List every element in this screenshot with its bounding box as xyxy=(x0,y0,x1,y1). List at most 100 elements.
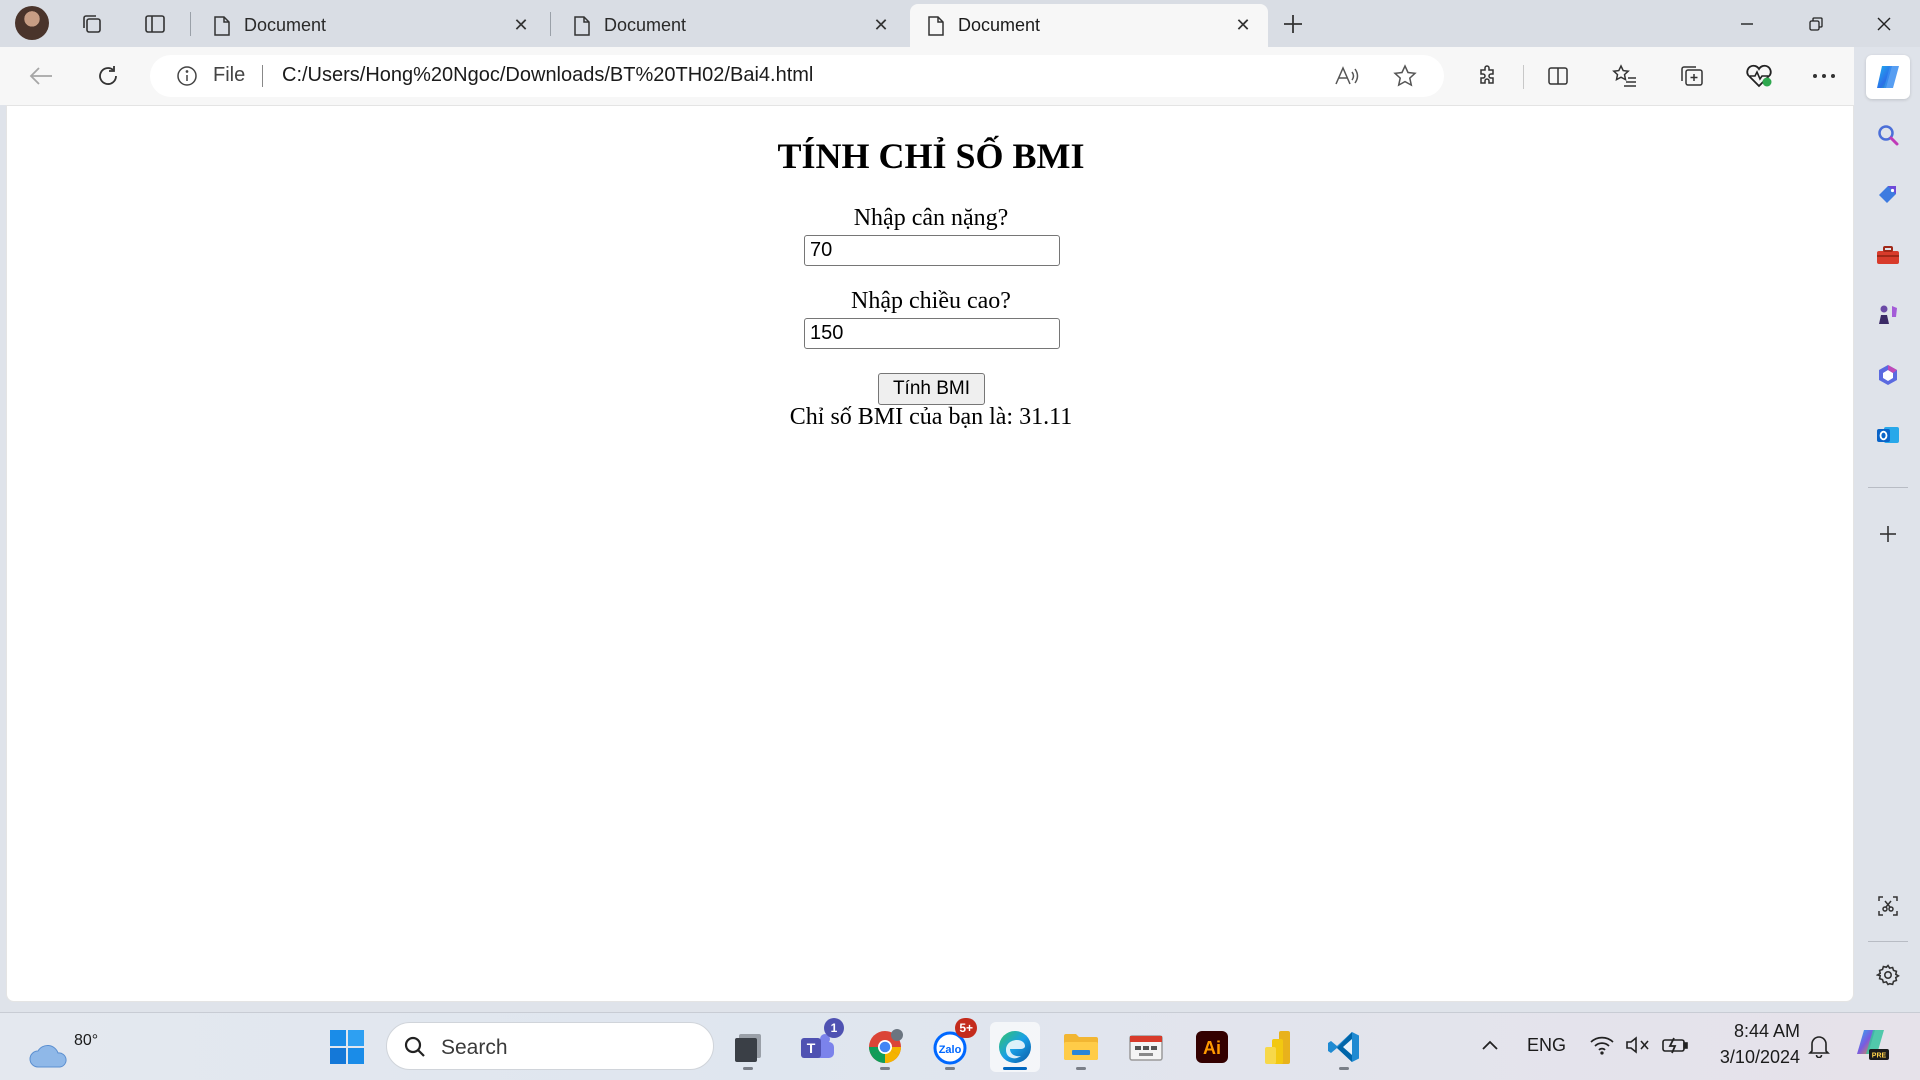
close-tab-icon[interactable]: ✕ xyxy=(870,15,892,37)
settings-more-button[interactable] xyxy=(1804,57,1844,95)
height-input[interactable] xyxy=(804,318,1060,349)
refresh-button[interactable] xyxy=(88,57,128,95)
split-screen-button[interactable] xyxy=(1538,57,1578,95)
tab-document-2[interactable]: Document ✕ xyxy=(556,4,906,47)
power-bi-icon xyxy=(1265,1031,1290,1064)
back-button[interactable] xyxy=(21,57,61,95)
taskbar-app-utility[interactable] xyxy=(1121,1022,1171,1072)
favorites-button[interactable] xyxy=(1605,57,1645,95)
page-viewport: TÍNH CHỈ SỐ BMI Nhập cân nặng? Nhập chiề… xyxy=(6,105,1854,1002)
browser-essentials-button[interactable] xyxy=(1739,57,1779,95)
sidebar-settings-button[interactable] xyxy=(1868,955,1908,995)
new-tab-button[interactable] xyxy=(1274,6,1312,42)
taskbar-app-illustrator[interactable]: Ai xyxy=(1187,1022,1237,1072)
collections-button[interactable] xyxy=(1672,57,1712,95)
sidebar-search-button[interactable] xyxy=(1868,115,1908,155)
star-icon xyxy=(1393,64,1417,87)
restore-icon xyxy=(1809,16,1823,31)
restore-button[interactable] xyxy=(1784,0,1848,47)
height-label: Nhập chiều cao? xyxy=(851,288,1011,314)
tab-strip: Document ✕ Document ✕ Document ✕ xyxy=(0,0,1920,47)
read-aloud-button[interactable] xyxy=(1332,62,1362,90)
minimize-icon xyxy=(1741,22,1753,25)
file-explorer-icon xyxy=(1064,1034,1098,1060)
sidebar-add-button[interactable] xyxy=(1868,514,1908,554)
sidebar-tools-button[interactable] xyxy=(1868,235,1908,275)
tab-document-1[interactable]: Document ✕ xyxy=(196,4,546,47)
refresh-icon xyxy=(99,66,117,85)
file-stack-icon xyxy=(735,1034,761,1062)
taskbar-app-power-bi[interactable] xyxy=(1253,1022,1303,1072)
svg-text:Zalo: Zalo xyxy=(939,1044,962,1056)
address-bar[interactable]: File C:/Users/Hong%20Ngoc/Downloads/BT%2… xyxy=(150,55,1444,97)
search-icon xyxy=(404,1036,425,1057)
sidebar-games-button[interactable] xyxy=(1868,295,1908,335)
weather-widget[interactable]: 80° xyxy=(26,1023,98,1073)
close-window-button[interactable] xyxy=(1852,0,1916,47)
running-indicator xyxy=(743,1067,753,1070)
extensions-button[interactable] xyxy=(1468,57,1508,95)
vertical-tabs-button[interactable] xyxy=(136,6,174,42)
show-hidden-icons-button[interactable] xyxy=(1478,1033,1502,1057)
profile-avatar[interactable] xyxy=(15,6,49,40)
workspaces-button[interactable] xyxy=(73,6,111,42)
site-info-label[interactable]: File xyxy=(213,64,245,87)
tab-divider xyxy=(190,12,191,36)
read-aloud-icon xyxy=(1335,66,1359,85)
url-text[interactable]: C:/Users/Hong%20Ngoc/Downloads/BT%20TH02… xyxy=(282,64,813,87)
weight-input[interactable] xyxy=(804,235,1060,266)
wifi-status[interactable] xyxy=(1588,1033,1616,1057)
workspaces-icon xyxy=(83,15,101,33)
taskbar-search[interactable]: Search xyxy=(386,1022,714,1070)
taskbar-app-chrome[interactable] xyxy=(860,1022,910,1072)
taskbar-app-file-explorer[interactable] xyxy=(1056,1022,1106,1072)
minimize-button[interactable] xyxy=(1715,0,1779,47)
clock-date[interactable]: 3/10/2024 xyxy=(1700,1047,1800,1068)
running-indicator xyxy=(945,1067,955,1070)
taskbar-app-vscode[interactable] xyxy=(1319,1022,1369,1072)
speaker-muted-icon xyxy=(1626,1036,1649,1054)
calculate-bmi-button[interactable]: Tính BMI xyxy=(878,373,985,405)
sidebar-microsoft365-button[interactable] xyxy=(1868,355,1908,395)
favorite-button[interactable] xyxy=(1390,62,1420,90)
split-screen-icon xyxy=(1548,67,1568,85)
outlook-icon xyxy=(1877,427,1899,443)
taskbar-app-files[interactable] xyxy=(723,1022,773,1072)
svg-text:Ai: Ai xyxy=(1203,1038,1221,1058)
volume-status[interactable] xyxy=(1624,1033,1652,1057)
page-icon xyxy=(574,15,590,36)
running-indicator xyxy=(1339,1067,1349,1070)
chrome-icon xyxy=(869,1029,903,1063)
close-icon xyxy=(1877,17,1891,30)
taskbar-app-zalo[interactable]: Zalo 5+ xyxy=(925,1018,977,1072)
taskbar-app-edge[interactable] xyxy=(990,1022,1040,1072)
close-tab-icon[interactable]: ✕ xyxy=(1232,15,1254,37)
running-indicator xyxy=(880,1067,890,1070)
start-button[interactable] xyxy=(322,1022,372,1072)
tab-title: Document xyxy=(244,15,327,35)
games-icon xyxy=(1879,305,1897,324)
bell-icon xyxy=(1808,1036,1830,1058)
taskbar-app-teams[interactable]: T 1 xyxy=(792,1018,844,1072)
close-tab-icon[interactable]: ✕ xyxy=(510,15,532,37)
utility-app-icon xyxy=(1129,1035,1163,1061)
clock-time[interactable]: 8:44 AM xyxy=(1700,1021,1800,1042)
tab-title: Document xyxy=(958,15,1041,35)
input-language[interactable]: ENG xyxy=(1527,1035,1566,1056)
sidebar-screenshot-button[interactable] xyxy=(1868,886,1908,926)
sidebar-shopping-button[interactable] xyxy=(1868,175,1908,215)
collections-icon xyxy=(1681,66,1703,86)
address-divider xyxy=(262,65,263,87)
info-icon[interactable] xyxy=(176,65,198,87)
notification-badge: 1 xyxy=(824,1018,844,1038)
settings-icon xyxy=(1876,964,1900,986)
notification-badge: 5+ xyxy=(955,1018,977,1038)
copilot-preview-button[interactable]: PRE xyxy=(1852,1025,1892,1065)
tab-document-3[interactable]: Document ✕ xyxy=(910,4,1268,47)
notifications-button[interactable] xyxy=(1806,1033,1832,1059)
sidebar-outlook-button[interactable] xyxy=(1868,415,1908,455)
plus-icon xyxy=(1284,15,1302,33)
battery-status[interactable] xyxy=(1660,1033,1690,1057)
sidebar-divider xyxy=(1868,487,1908,488)
copilot-button[interactable] xyxy=(1866,55,1910,99)
